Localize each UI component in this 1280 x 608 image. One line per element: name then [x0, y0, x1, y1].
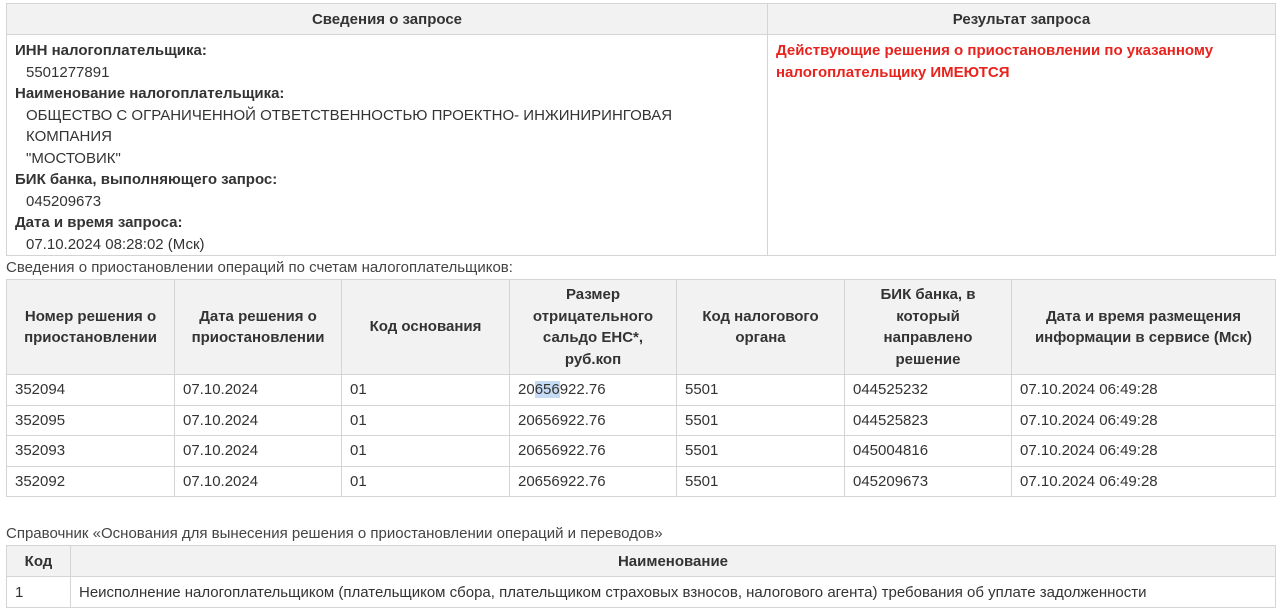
reason-code-cell: 01	[341, 374, 510, 406]
bank-bik-cell: 044525232	[844, 374, 1012, 406]
tax-authority-code-cell: 5501	[676, 404, 845, 436]
operations-caption: Сведения о приостановлении операций по с…	[6, 259, 513, 276]
table-row: 352093 07.10.2024 01 20656922.76 5501 04…	[6, 435, 1276, 467]
negative-balance-cell: 20656922.76	[509, 465, 677, 497]
inn-value: 5501277891	[26, 63, 110, 81]
reference-header-row: Код Наименование	[6, 545, 1276, 577]
col-reason-code: Код основания	[341, 279, 510, 375]
taxpayer-name-label: Наименование налогоплательщика:	[15, 85, 285, 102]
col-code: Код	[6, 545, 71, 577]
request-result-header: Результат запроса	[767, 3, 1276, 35]
reason-code-cell: 01	[341, 465, 510, 497]
reference-name-cell: Неисполнение налогоплательщиком (платель…	[70, 576, 1276, 608]
negative-balance-cell: 20656922.76	[509, 435, 677, 467]
bank-bik-cell: 045209673	[844, 465, 1012, 497]
negative-balance-cell: 20656922.76	[509, 374, 677, 406]
decision-date-cell: 07.10.2024	[174, 404, 342, 436]
suspension-table: Номер решения о приостановлении Дата реш…	[6, 279, 1276, 497]
inn-label: ИНН налогоплательщика:	[15, 42, 207, 59]
posted-datetime-cell: 07.10.2024 06:49:28	[1011, 435, 1276, 467]
request-datetime-label: Дата и время запроса:	[15, 214, 183, 231]
taxpayer-name-line2: "МОСТОВИК"	[26, 149, 121, 167]
result-text-line2: налогоплательщику ИМЕЮТСЯ	[776, 63, 1010, 81]
col-posted-datetime: Дата и время размещения информации в сер…	[1011, 279, 1276, 375]
col-negative-balance: Размер отрицательного сальдо ЕНС*, руб.к…	[509, 279, 677, 375]
table-row: 352092 07.10.2024 01 20656922.76 5501 04…	[6, 465, 1276, 497]
negative-balance-cell: 20656922.76	[509, 404, 677, 436]
request-info-header: Сведения о запросе	[6, 3, 768, 35]
request-result-cell: Действующие решения о приостановлении по…	[767, 34, 1276, 256]
col-tax-authority-code: Код налогового органа	[676, 279, 845, 375]
reason-code-cell: 01	[341, 404, 510, 436]
decision-date-cell: 07.10.2024	[174, 465, 342, 497]
request-details-cell: ИНН налогоплательщика: 5501277891 Наимен…	[6, 34, 768, 256]
decision-number-cell: 352092	[6, 465, 175, 497]
col-name: Наименование	[70, 545, 1276, 577]
decision-number-cell: 352093	[6, 435, 175, 467]
request-datetime-value: 07.10.2024 08:28:02 (Мск)	[26, 235, 205, 253]
tax-authority-code-cell: 5501	[676, 465, 845, 497]
request-info-table: Сведения о запросе Результат запроса ИНН…	[6, 3, 1276, 256]
posted-datetime-cell: 07.10.2024 06:49:28	[1011, 374, 1276, 406]
selected-text-highlight: 656	[534, 381, 560, 399]
amount-part: 922.76	[559, 381, 606, 399]
reference-table: Код Наименование 1 Неисполнение налогопл…	[6, 545, 1276, 608]
reason-code-cell: 01	[341, 435, 510, 467]
posted-datetime-cell: 07.10.2024 06:49:28	[1011, 404, 1276, 436]
table-row: 352095 07.10.2024 01 20656922.76 5501 04…	[6, 404, 1276, 436]
decision-date-cell: 07.10.2024	[174, 435, 342, 467]
col-decision-date: Дата решения о приостановлении	[174, 279, 342, 375]
reference-caption: Справочник «Основания для вынесения реше…	[6, 525, 663, 542]
reference-code-cell: 1	[6, 576, 71, 608]
decision-date-cell: 07.10.2024	[174, 374, 342, 406]
posted-datetime-cell: 07.10.2024 06:49:28	[1011, 465, 1276, 497]
suspension-table-header-row: Номер решения о приостановлении Дата реш…	[6, 279, 1276, 375]
decision-number-cell: 352095	[6, 404, 175, 436]
amount-part: 20	[518, 381, 535, 399]
decision-number-cell: 352094	[6, 374, 175, 406]
table-row: 352094 07.10.2024 01 20656922.76 5501 04…	[6, 374, 1276, 406]
tax-authority-code-cell: 5501	[676, 374, 845, 406]
taxpayer-name-line1: ОБЩЕСТВО С ОГРАНИЧЕННОЙ ОТВЕТСТВЕННОСТЬЮ…	[26, 106, 673, 146]
table-row: 1 Неисполнение налогоплательщиком (плате…	[6, 576, 1276, 608]
tax-authority-code-cell: 5501	[676, 435, 845, 467]
bank-bik-label: БИК банка, выполняющего запрос:	[15, 171, 278, 188]
col-decision-number: Номер решения о приостановлении	[6, 279, 175, 375]
bank-bik-value: 045209673	[26, 192, 102, 210]
bank-bik-cell: 045004816	[844, 435, 1012, 467]
bank-bik-cell: 044525823	[844, 404, 1012, 436]
col-bank-bik: БИК банка, в который направлено решение	[844, 279, 1012, 375]
result-text-line1: Действующие решения о приостановлении по…	[776, 42, 1214, 59]
